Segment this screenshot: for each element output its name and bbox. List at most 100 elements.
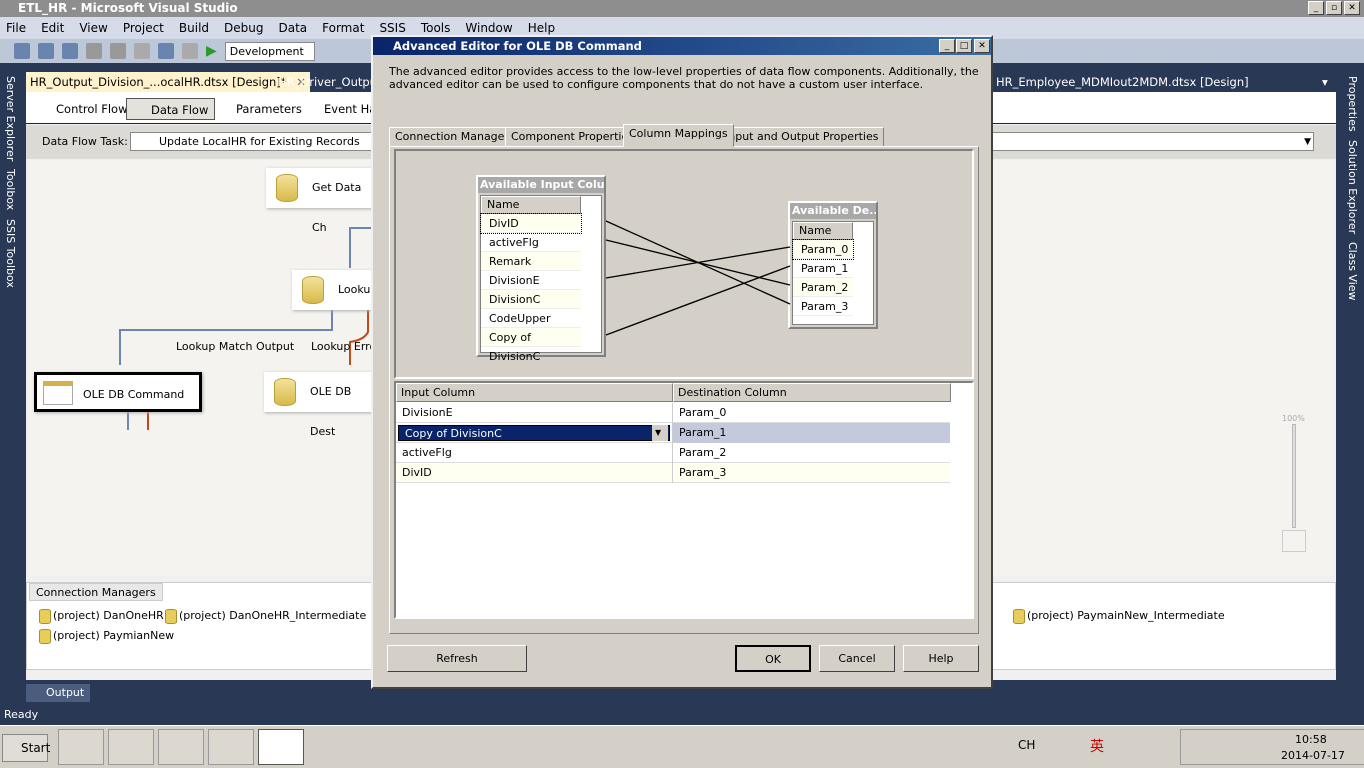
- taskbar-server-manager[interactable]: [58, 729, 104, 765]
- connection-manager-item[interactable]: (project) DanOneHR_Intermediate: [163, 609, 366, 624]
- connection-manager-item[interactable]: (project) PaymianNew: [37, 629, 174, 644]
- close-button[interactable]: ✕: [1344, 1, 1360, 15]
- doc-tab-active[interactable]: HR_Output_Division_...ocalHR.dtsx [Desig…: [26, 72, 310, 92]
- copy-icon[interactable]: [110, 43, 126, 59]
- undo-icon[interactable]: [158, 43, 174, 59]
- dialog-maximize-button[interactable]: □: [956, 39, 972, 53]
- maximize-button[interactable]: ▫: [1326, 1, 1342, 15]
- server-explorer-tab[interactable]: Server Explorer: [0, 72, 21, 165]
- language-indicator[interactable]: CH: [1018, 738, 1035, 752]
- connection-manager-item[interactable]: (project) DanOneHR: [37, 609, 164, 624]
- menu-format[interactable]: Format: [322, 21, 364, 35]
- menu-build[interactable]: Build: [179, 21, 209, 35]
- mapping-line[interactable]: [605, 220, 791, 305]
- component-ole-db-destination[interactable]: OLE DB Dest: [264, 372, 376, 438]
- new-project-icon[interactable]: [14, 43, 30, 59]
- zoom-to-fit-icon[interactable]: [1282, 530, 1306, 552]
- menu-data[interactable]: Data: [278, 21, 307, 35]
- tab-column-mappings[interactable]: Column Mappings: [623, 124, 734, 147]
- minimize-button[interactable]: _: [1308, 1, 1324, 15]
- tab-list-dropdown-icon[interactable]: ▾: [1318, 72, 1332, 92]
- menu-view[interactable]: View: [79, 21, 107, 35]
- connection-manager-item[interactable]: (project) PaymainNew_Intermediate: [1011, 609, 1225, 624]
- refresh-button[interactable]: Refresh: [387, 645, 527, 672]
- column-mappings-panel: Available Input Colu... Name DivID active…: [389, 146, 979, 634]
- destination-column-cell[interactable]: Param_2: [672, 443, 950, 463]
- mapping-lines: [605, 220, 791, 336]
- cancel-button[interactable]: Cancel: [819, 645, 895, 672]
- dialog-close-button[interactable]: ✕: [974, 39, 990, 53]
- window-title: ETL_HR - Microsoft Visual Studio: [0, 0, 1364, 17]
- mapping-grid: Input Column Destination Column Division…: [394, 381, 974, 619]
- path-label-match[interactable]: Lookup Match Output: [176, 340, 294, 353]
- input-column-cell[interactable]: DivID: [396, 463, 672, 483]
- left-tool-panels: Server Explorer Toolbox SSIS Toolbox: [0, 72, 22, 332]
- ok-button[interactable]: OK: [735, 645, 811, 672]
- input-column-cell[interactable]: activeFlg: [396, 443, 672, 463]
- menu-ssis[interactable]: SSIS: [379, 21, 405, 35]
- doc-tab-label: HR_Output_Division_...ocalHR.dtsx [Desig…: [30, 75, 287, 89]
- cut-icon[interactable]: [86, 43, 102, 59]
- clock-date[interactable]: 2014-07-17: [1281, 749, 1345, 762]
- menu-tools[interactable]: Tools: [421, 21, 451, 35]
- input-column-cell[interactable]: Copy of DivisionC: [398, 425, 670, 441]
- taskbar-tools[interactable]: [208, 729, 254, 765]
- connection-managers-tab[interactable]: Connection Managers: [29, 583, 163, 601]
- redo-icon[interactable]: [182, 43, 198, 59]
- zoom-slider[interactable]: [1292, 424, 1296, 528]
- tab-input-output-properties[interactable]: Input and Output Properties: [719, 127, 885, 147]
- output-tab[interactable]: Output: [26, 684, 91, 702]
- taskbar: Start CH 英 10:58 2014-07-17: [0, 725, 1364, 768]
- taskbar-powershell[interactable]: [108, 729, 154, 765]
- solution-explorer-tab[interactable]: Solution Explorer: [1342, 136, 1363, 238]
- tab-data-flow[interactable]: Data Flow: [126, 98, 216, 120]
- dialog-description: The advanced editor provides access to t…: [389, 65, 979, 91]
- dialog-minimize-button[interactable]: _: [939, 39, 955, 53]
- toolbox-tab[interactable]: Toolbox: [0, 165, 21, 214]
- menu-project[interactable]: Project: [123, 21, 164, 35]
- taskbar-explorer[interactable]: [158, 729, 204, 765]
- save-icon[interactable]: [38, 43, 54, 59]
- save-all-icon[interactable]: [62, 43, 78, 59]
- mapping-row[interactable]: activeFlg Param_2: [396, 443, 950, 463]
- tab-component-properties[interactable]: Component Properties: [505, 127, 640, 147]
- help-button[interactable]: Help: [903, 645, 979, 672]
- input-column-cell[interactable]: DivisionE: [396, 403, 672, 423]
- chevron-down-icon[interactable]: ▼: [652, 425, 668, 441]
- header-input-column[interactable]: Input Column: [396, 383, 673, 402]
- doc-tab[interactable]: HR_Employee_MDMIout2MDM.dtsx [Design]: [992, 72, 1253, 92]
- start-debug-icon[interactable]: ▶: [206, 43, 217, 59]
- properties-tab[interactable]: Properties: [1342, 72, 1363, 136]
- mapping-row[interactable]: ▼ Copy of DivisionC Param_1: [396, 423, 950, 443]
- start-button[interactable]: Start: [2, 734, 50, 762]
- system-tray: 10:58 2014-07-17: [1180, 729, 1364, 765]
- tab-control-flow[interactable]: Control Flow: [32, 98, 127, 120]
- destination-column-cell[interactable]: Param_3: [672, 463, 950, 483]
- component-lookup[interactable]: Lookup: [292, 270, 377, 310]
- destination-column-cell[interactable]: Param_1: [672, 423, 950, 443]
- solution-configuration-select[interactable]: Development: [224, 41, 315, 61]
- ssis-toolbox-tab[interactable]: SSIS Toolbox: [0, 215, 21, 292]
- clock-time[interactable]: 10:58: [1295, 733, 1327, 746]
- paste-icon[interactable]: [134, 43, 150, 59]
- data-flow-task-value: Update LocalHR for Existing Records: [159, 135, 360, 148]
- database-destination-icon: [274, 378, 296, 406]
- mapping-row[interactable]: DivID Param_3: [396, 463, 950, 483]
- status-bar: Ready: [0, 704, 1364, 725]
- mapping-line[interactable]: [605, 265, 791, 336]
- menu-window[interactable]: Window: [465, 21, 512, 35]
- menu-edit[interactable]: Edit: [41, 21, 64, 35]
- class-view-tab[interactable]: Class View: [1342, 238, 1363, 305]
- destination-column-cell[interactable]: Param_0: [672, 403, 950, 423]
- taskbar-visual-studio[interactable]: [258, 729, 304, 765]
- tab-parameters[interactable]: Parameters: [212, 98, 302, 120]
- menu-file[interactable]: File: [6, 21, 26, 35]
- menu-help[interactable]: Help: [528, 21, 555, 35]
- mapping-row[interactable]: DivisionE Param_0: [396, 403, 950, 423]
- tab-connection-managers[interactable]: Connection Managers: [389, 127, 521, 147]
- menu-debug[interactable]: Debug: [224, 21, 263, 35]
- component-ole-db-command[interactable]: OLE DB Command: [34, 372, 202, 412]
- header-destination-column[interactable]: Destination Column: [673, 383, 951, 402]
- ime-mode[interactable]: 英: [1090, 736, 1104, 756]
- component-get-data[interactable]: Get Data Ch: [266, 168, 376, 234]
